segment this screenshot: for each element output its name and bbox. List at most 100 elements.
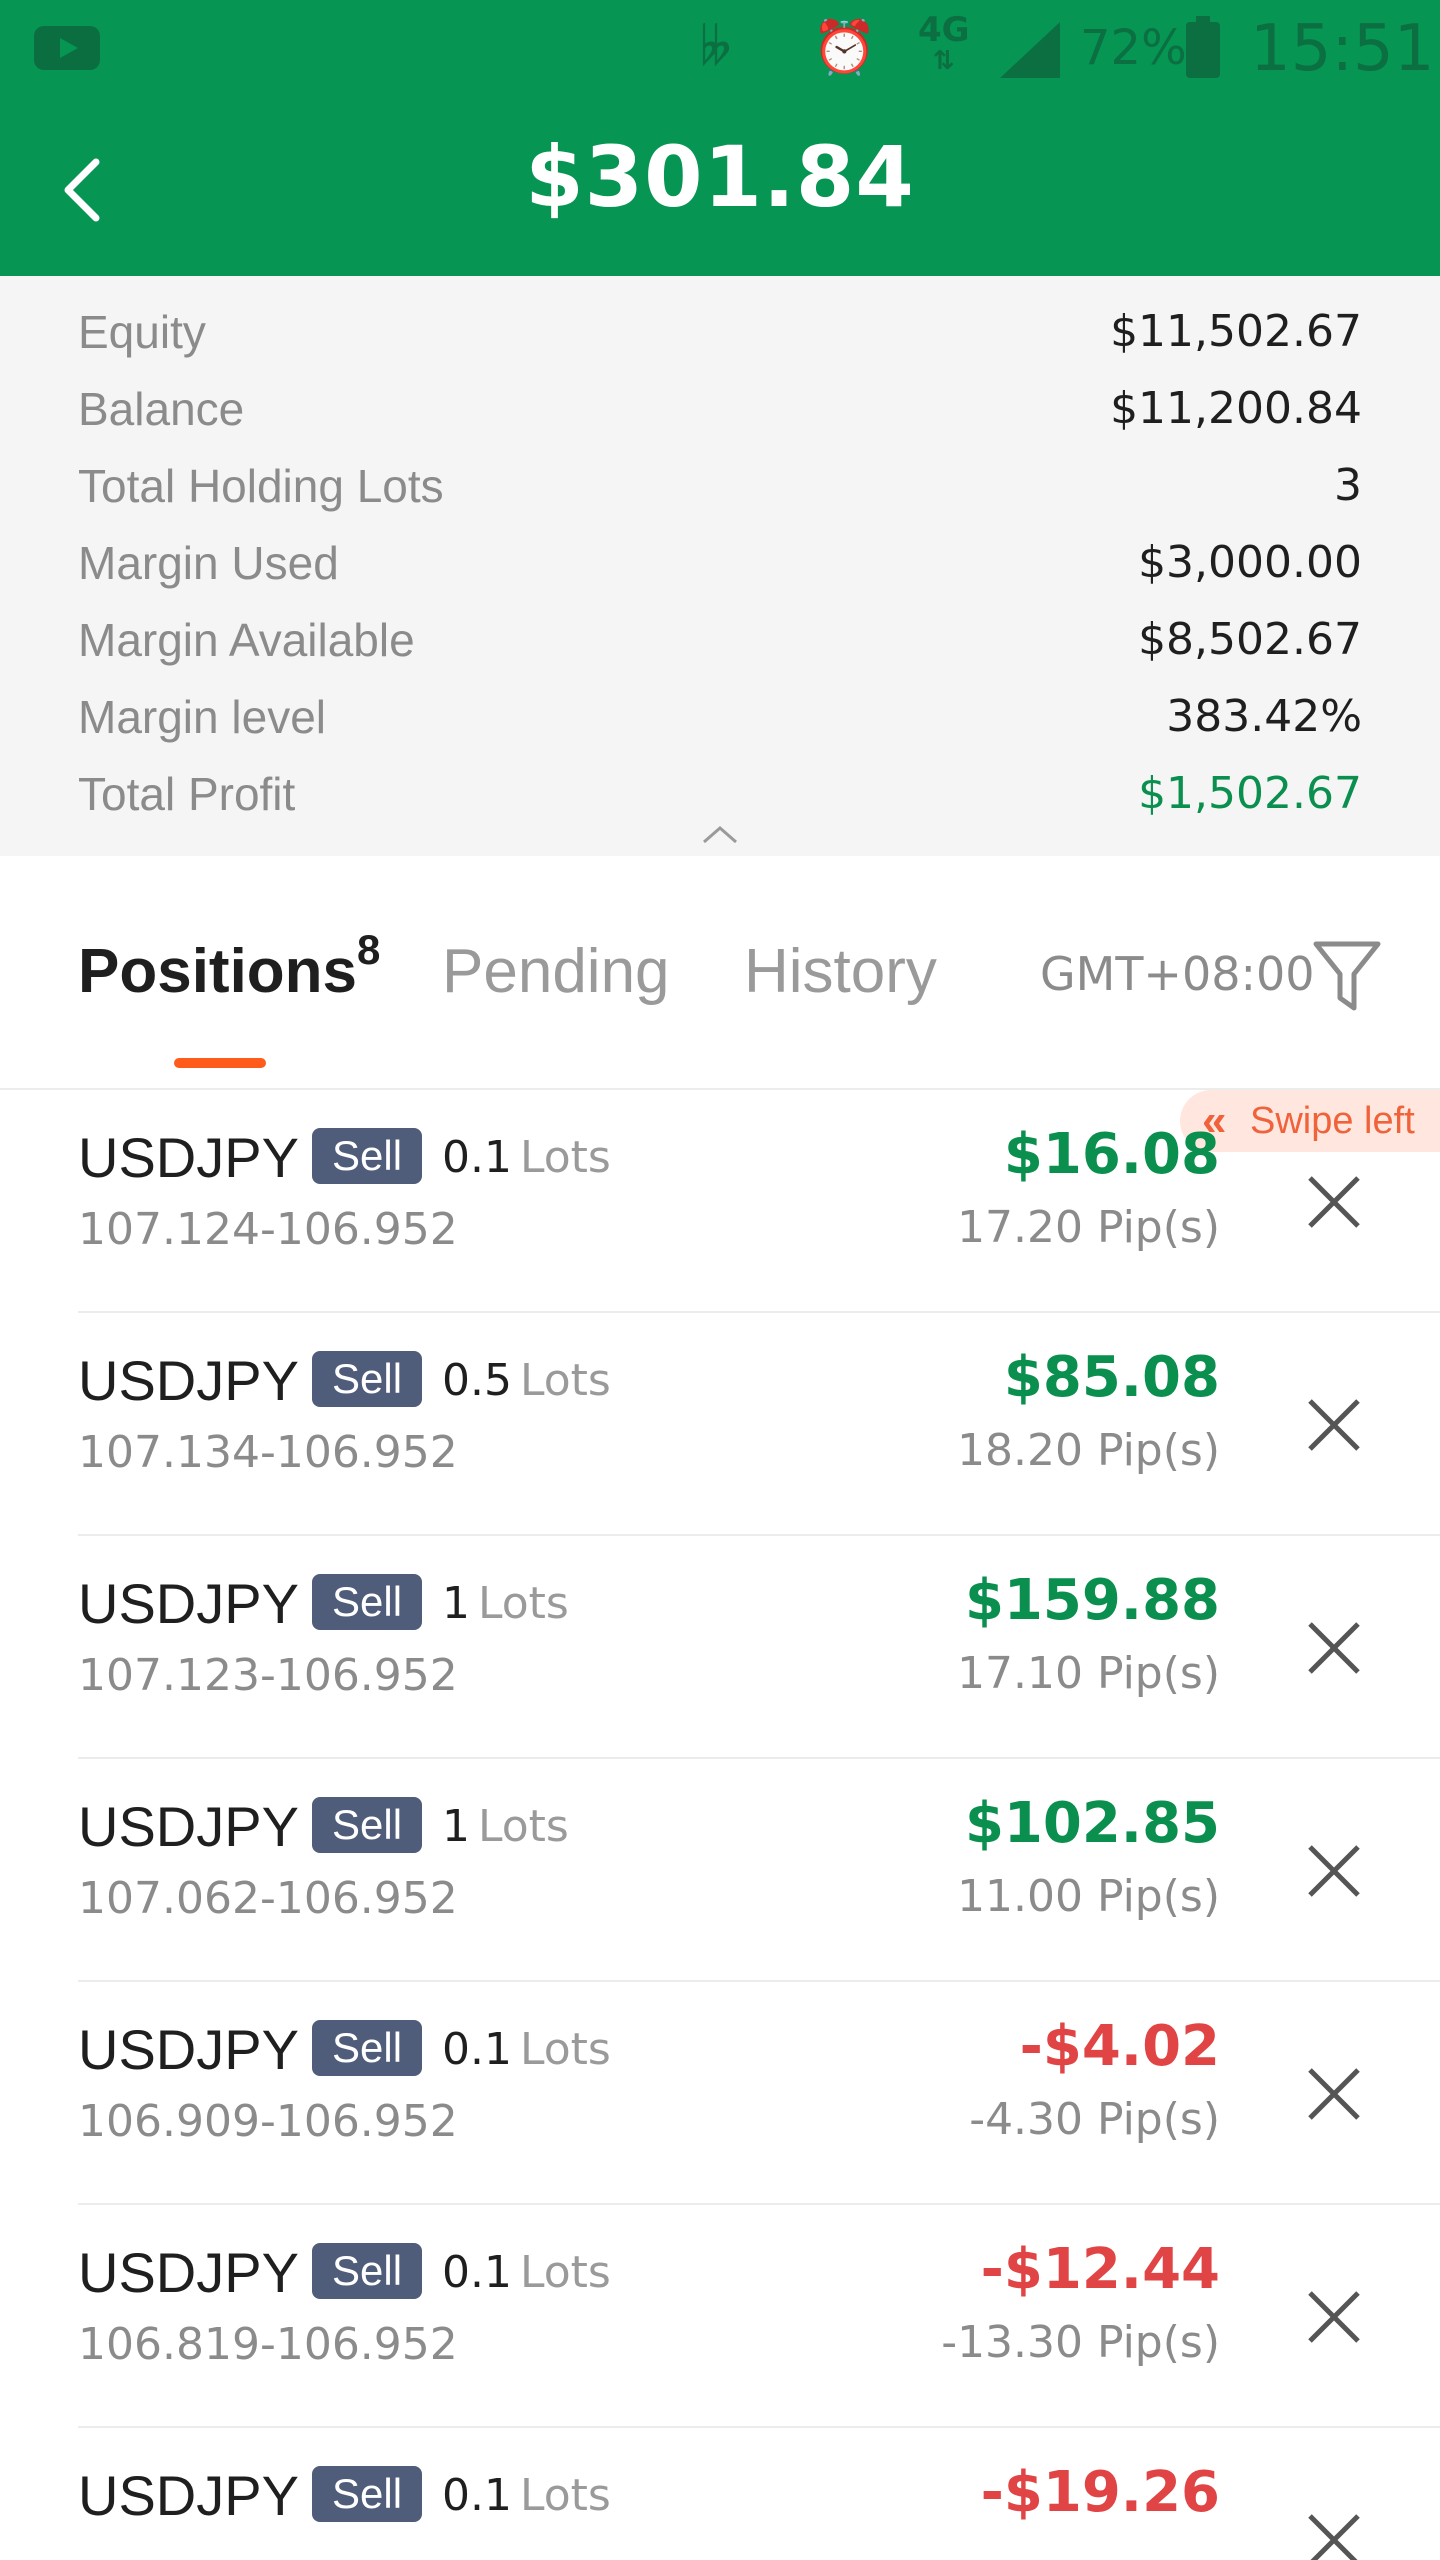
side-badge: Sell: [312, 2020, 423, 2076]
position-row[interactable]: USDJPY Sell 0.1 Lots 107.124-106.952 $16.08 17…: [78, 1090, 1440, 1313]
tab-history[interactable]: History: [744, 932, 937, 1012]
side-badge: Sell: [312, 1797, 423, 1853]
summary-row-margin-level: Margin level 383.42%: [78, 687, 1362, 747]
summary-row-margin-used: Margin Used $3,000.00: [78, 533, 1362, 593]
network-type: 4G ⇅: [918, 10, 970, 76]
signal-icon: [1000, 22, 1060, 78]
positions-count-badge: 8: [357, 926, 381, 973]
positions-list: « Swipe left USDJPY Sell 0.1 Lots 107.124-10…: [0, 1090, 1440, 2560]
summary-label: Total Holding Lots: [78, 460, 444, 512]
tab-positions[interactable]: Positions8: [78, 929, 380, 1012]
lots-unit: Lots: [519, 2024, 611, 2075]
summary-label: Margin Available: [78, 614, 415, 666]
lots-value: 0.5: [442, 1355, 512, 1406]
position-row[interactable]: USDJPY Sell 1 Lots 107.123-106.952 $159.88 17.…: [78, 1536, 1440, 1759]
summary-value: 3: [1334, 460, 1362, 511]
clock: 15:51: [1250, 12, 1435, 86]
summary-row-equity: Equity $11,502.67: [78, 302, 1362, 362]
side-badge: Sell: [312, 2466, 423, 2522]
summary-value: $8,502.67: [1138, 614, 1362, 665]
summary-value: $11,200.84: [1110, 383, 1362, 434]
position-pnl: -$4.02: [1019, 2014, 1220, 2079]
position-row[interactable]: USDJPY Sell 0.5 Lots 107.134-106.952 $85.08 18…: [78, 1313, 1440, 1536]
lots-unit: Lots: [519, 2247, 611, 2298]
summary-value: $11,502.67: [1110, 306, 1362, 357]
alarm-icon: ⏰: [812, 18, 877, 78]
close-icon[interactable]: [1306, 1397, 1362, 1453]
position-pnl: $16.08: [1003, 1122, 1220, 1187]
side-badge: Sell: [312, 1128, 423, 1184]
position-pips: 18.20 Pip(s): [957, 1425, 1220, 1476]
position-lots: 0.1 Lots: [442, 1128, 611, 1188]
position-lots: 0.1 Lots: [442, 2020, 611, 2080]
position-symbol: USDJPY: [78, 2464, 299, 2527]
close-icon[interactable]: [1306, 2289, 1362, 2345]
lots-value: 0.1: [442, 2470, 512, 2521]
account-summary: Equity $11,502.67 Balance $11,200.84 Tot…: [0, 276, 1440, 856]
status-bar: 𝄫 ⏰ 4G ⇅ 72% 15:51: [0, 0, 1440, 100]
battery-percent: 72%: [1080, 20, 1187, 76]
lots-unit: Lots: [519, 1132, 611, 1183]
position-row[interactable]: USDJPY Sell 0.1 Lots 106.819-106.952 -$12.44 -…: [78, 2205, 1440, 2428]
page-title: $301.84: [525, 128, 915, 226]
position-lots: 0.1 Lots: [442, 2466, 611, 2526]
summary-row-margin-available: Margin Available $8,502.67: [78, 610, 1362, 670]
close-icon[interactable]: [1306, 1174, 1362, 1230]
close-icon[interactable]: [1306, 1843, 1362, 1899]
side-badge: Sell: [312, 2243, 423, 2299]
position-symbol: USDJPY: [78, 1795, 299, 1858]
position-pips: 17.20 Pip(s): [957, 1202, 1220, 1253]
youtube-icon: [34, 26, 100, 70]
position-symbol: USDJPY: [78, 1572, 299, 1635]
close-icon[interactable]: [1306, 2512, 1362, 2560]
lots-unit: Lots: [519, 1355, 611, 1406]
lots-unit: Lots: [519, 2470, 611, 2521]
summary-label: Total Profit: [78, 768, 296, 820]
tab-pending[interactable]: Pending: [442, 932, 670, 1012]
price-range: 107.124-106.952: [78, 1204, 458, 1255]
position-pips: 17.10 Pip(s): [957, 1648, 1220, 1699]
position-row[interactable]: USDJPY Sell 0.1 Lots -$19.26: [78, 2428, 1440, 2560]
close-icon[interactable]: [1306, 2066, 1362, 2122]
position-row[interactable]: USDJPY Sell 1 Lots 107.062-106.952 $102.85 11.…: [78, 1759, 1440, 1982]
summary-row-total-profit: Total Profit $1,502.67: [78, 764, 1362, 824]
summary-label: Equity: [78, 306, 206, 358]
position-row[interactable]: USDJPY Sell 0.1 Lots 106.909-106.952 -$4.02 -4…: [78, 1982, 1440, 2205]
vibrate-icon: 𝄫: [700, 18, 732, 78]
price-range: 107.062-106.952: [78, 1873, 458, 1924]
position-pnl: $159.88: [964, 1568, 1220, 1633]
tab-bar: Positions8 Pending History GMT+08:00: [0, 856, 1440, 1090]
filter-icon[interactable]: [1312, 938, 1382, 1014]
position-symbol: USDJPY: [78, 1126, 299, 1189]
app-header: $301.84: [0, 100, 1440, 276]
price-range: 107.123-106.952: [78, 1650, 458, 1701]
position-pnl: $102.85: [964, 1791, 1220, 1856]
position-pnl: -$19.26: [980, 2460, 1220, 2525]
position-lots: 0.5 Lots: [442, 1351, 611, 1411]
position-symbol: USDJPY: [78, 2018, 299, 2081]
position-pnl: -$12.44: [980, 2237, 1220, 2302]
summary-value: $1,502.67: [1138, 768, 1362, 819]
lots-unit: Lots: [478, 1578, 569, 1629]
lots-unit: Lots: [478, 1801, 569, 1852]
close-icon[interactable]: [1306, 1620, 1362, 1676]
summary-row-balance: Balance $11,200.84: [78, 379, 1362, 439]
chevron-up-icon[interactable]: [700, 822, 740, 846]
position-lots: 1 Lots: [442, 1797, 569, 1857]
price-range: 106.909-106.952: [78, 2096, 458, 2147]
summary-label: Margin level: [78, 691, 326, 743]
position-pips: -13.30 Pip(s): [941, 2317, 1220, 2368]
position-pips: -4.30 Pip(s): [969, 2094, 1220, 2145]
lots-value: 1: [442, 1801, 470, 1852]
timezone-label: GMT+08:00: [1040, 947, 1315, 1001]
lots-value: 1: [442, 1578, 470, 1629]
price-range: 107.134-106.952: [78, 1427, 458, 1478]
lots-value: 0.1: [442, 2247, 512, 2298]
position-lots: 1 Lots: [442, 1574, 569, 1634]
summary-row-total-holding-lots: Total Holding Lots 3: [78, 456, 1362, 516]
summary-value: $3,000.00: [1138, 537, 1362, 588]
tab-label: Positions: [78, 937, 358, 1006]
lots-value: 0.1: [442, 2024, 512, 2075]
battery-icon: [1186, 16, 1220, 78]
position-symbol: USDJPY: [78, 1349, 299, 1412]
